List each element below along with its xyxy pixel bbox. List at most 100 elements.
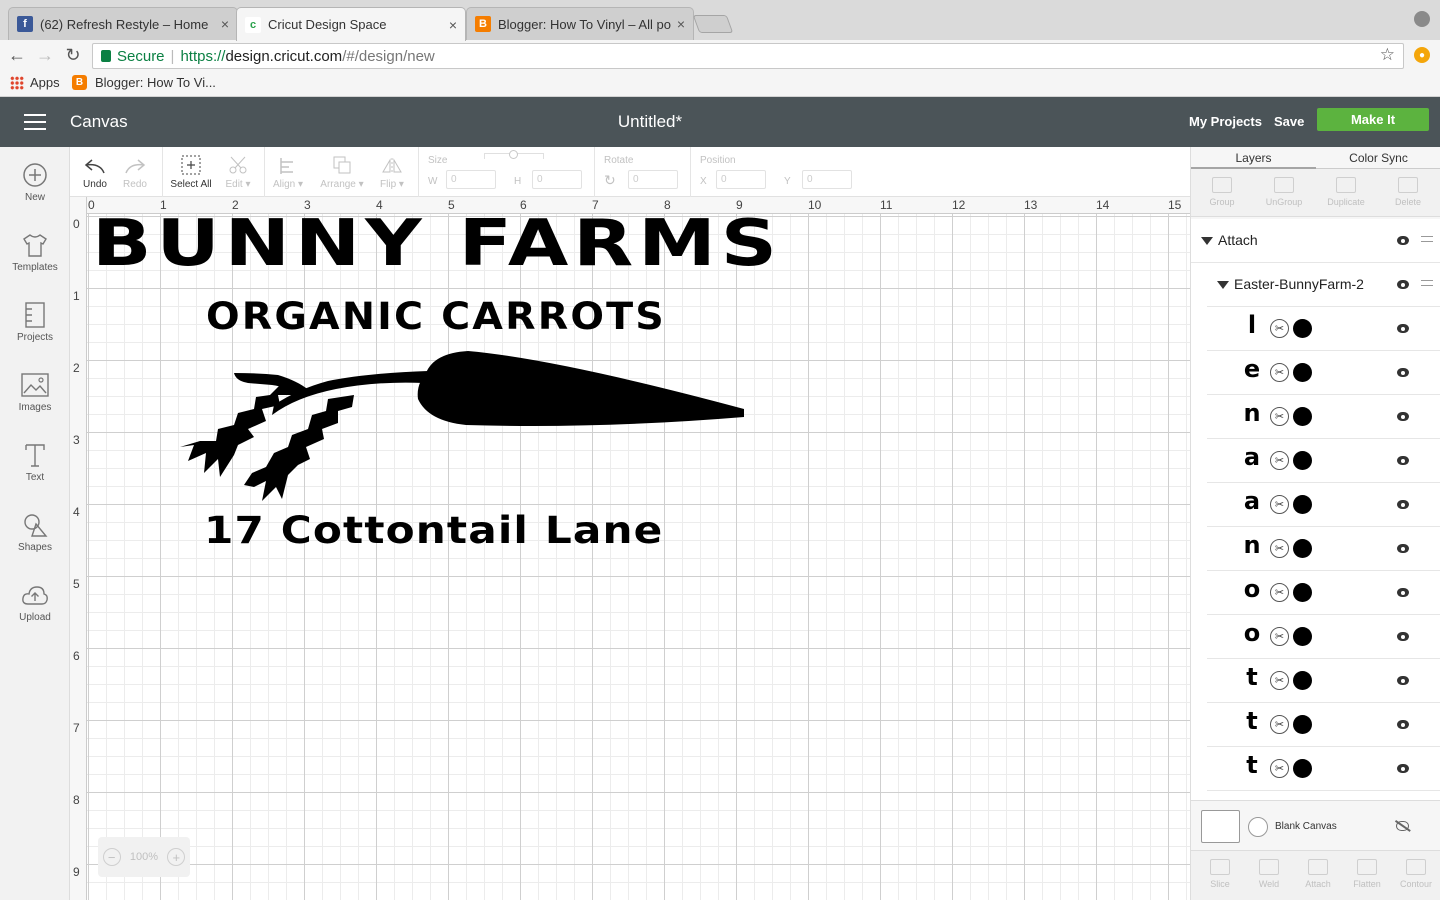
layer-group-easter-bunnyfarm[interactable]: Easter-BunnyFarm-2	[1207, 263, 1440, 307]
layer-color-swatch[interactable]	[1293, 407, 1312, 426]
address-bar[interactable]: Secure | https:// design.cricut.com /#/d…	[92, 43, 1404, 69]
cut-operation-icon[interactable]: ✂	[1270, 451, 1289, 470]
eye-off-icon[interactable]	[1396, 821, 1409, 831]
layer-item[interactable]: o ✂	[1207, 615, 1440, 659]
y-position-input[interactable]: 0	[802, 170, 852, 189]
eye-icon[interactable]	[1397, 500, 1409, 509]
layer-color-swatch[interactable]	[1293, 319, 1312, 338]
slice-button[interactable]: Slice	[1192, 857, 1248, 889]
ungroup-button[interactable]: UnGroup	[1256, 175, 1312, 207]
layer-item[interactable]: t✂	[1207, 703, 1440, 747]
eye-icon[interactable]	[1397, 720, 1409, 729]
profile-icon[interactable]	[1414, 11, 1430, 27]
layer-group-attach[interactable]: Attach	[1191, 219, 1440, 263]
layer-color-swatch[interactable]	[1293, 451, 1312, 470]
eye-icon[interactable]	[1397, 324, 1409, 333]
layer-color-swatch[interactable]	[1293, 627, 1312, 646]
sidebar-item-upload[interactable]: Upload	[0, 567, 70, 637]
sidebar-item-templates[interactable]: Templates	[0, 217, 70, 287]
select-all-button[interactable]: Select All	[168, 147, 214, 197]
layer-item[interactable]: a ✂	[1207, 483, 1440, 527]
my-projects-link[interactable]: My Projects	[1189, 114, 1262, 129]
layer-color-swatch[interactable]	[1293, 759, 1312, 778]
make-it-button[interactable]: Make It	[1317, 108, 1429, 131]
browser-tab-facebook[interactable]: f (62) Refresh Restyle – Home ×	[8, 7, 238, 40]
layer-item[interactable]: n ✂	[1207, 527, 1440, 571]
design-subheadline[interactable]: ORGANIC CARROTS	[206, 295, 666, 338]
width-input[interactable]: 0	[446, 170, 496, 189]
eye-icon[interactable]	[1397, 632, 1409, 641]
layer-color-swatch[interactable]	[1293, 363, 1312, 382]
eye-icon[interactable]	[1397, 456, 1409, 465]
design-address[interactable]: 17 Cottontail Lane	[204, 509, 663, 552]
group-button[interactable]: Group	[1194, 175, 1250, 207]
delete-button[interactable]: Delete	[1380, 175, 1436, 207]
eye-icon[interactable]	[1397, 412, 1409, 421]
eye-icon[interactable]	[1397, 588, 1409, 597]
drag-handle-icon[interactable]	[1421, 236, 1433, 242]
canvas-color-circle[interactable]	[1248, 817, 1268, 837]
edit-dropdown[interactable]: Edit ▾	[220, 147, 256, 197]
sidebar-item-text[interactable]: Text	[0, 427, 70, 497]
tab-color-sync[interactable]: Color Sync	[1316, 151, 1440, 165]
eye-icon[interactable]	[1397, 280, 1409, 289]
design-canvas[interactable]: 0 1 2 3 4 5 6 7 8 9 10 11 12 13 14 15 0123456789 BUNNY …	[70, 197, 1190, 900]
eye-icon[interactable]	[1397, 236, 1409, 245]
sidebar-item-new[interactable]: New	[0, 147, 70, 217]
browser-tab-cricut[interactable]: c Cricut Design Space ×	[236, 7, 466, 41]
bookmark-star-icon[interactable]: ☆	[1380, 45, 1395, 65]
undo-button[interactable]: Undo	[78, 147, 112, 197]
align-dropdown[interactable]: Align ▾	[270, 147, 306, 197]
flatten-button[interactable]: Flatten	[1339, 857, 1395, 889]
rotate-input[interactable]: 0	[628, 170, 678, 189]
back-arrow-icon[interactable]: ←	[6, 44, 28, 66]
blank-canvas-row[interactable]: Blank Canvas	[1191, 800, 1440, 850]
duplicate-button[interactable]: Duplicate	[1318, 175, 1374, 207]
cut-operation-icon[interactable]: ✂	[1270, 759, 1289, 778]
cut-operation-icon[interactable]: ✂	[1270, 671, 1289, 690]
flip-dropdown[interactable]: Flip ▾	[374, 147, 410, 197]
eye-icon[interactable]	[1397, 368, 1409, 377]
cut-operation-icon[interactable]: ✂	[1270, 539, 1289, 558]
contour-button[interactable]: Contour	[1388, 857, 1440, 889]
eye-icon[interactable]	[1397, 676, 1409, 685]
layer-item[interactable]: t✂	[1207, 747, 1440, 791]
x-position-input[interactable]: 0	[716, 170, 766, 189]
layer-item[interactable]: a ✂	[1207, 439, 1440, 483]
sidebar-item-shapes[interactable]: Shapes	[0, 497, 70, 567]
layer-color-swatch[interactable]	[1293, 495, 1312, 514]
layer-color-swatch[interactable]	[1293, 583, 1312, 602]
design-headline[interactable]: BUNNY FARMS	[92, 207, 782, 281]
cut-operation-icon[interactable]: ✂	[1270, 407, 1289, 426]
cut-operation-icon[interactable]: ✂	[1270, 363, 1289, 382]
sidebar-item-images[interactable]: Images	[0, 357, 70, 427]
cut-operation-icon[interactable]: ✂	[1270, 319, 1289, 338]
tab-layers[interactable]: Layers	[1191, 151, 1316, 165]
layer-item[interactable]: l ✂	[1207, 307, 1440, 351]
cut-operation-icon[interactable]: ✂	[1270, 583, 1289, 602]
cut-operation-icon[interactable]: ✂	[1270, 715, 1289, 734]
caret-down-icon[interactable]	[1201, 237, 1213, 245]
eye-icon[interactable]	[1397, 764, 1409, 773]
bookmark-apps[interactable]: Apps	[10, 75, 60, 90]
cut-operation-icon[interactable]: ✂	[1270, 495, 1289, 514]
close-icon[interactable]: ×	[449, 17, 457, 33]
forward-arrow-icon[interactable]: →	[34, 44, 56, 66]
weld-button[interactable]: Weld	[1241, 857, 1297, 889]
layer-item[interactable]: t✂	[1207, 791, 1440, 800]
layer-item[interactable]: e ✂	[1207, 351, 1440, 395]
layer-color-swatch[interactable]	[1293, 715, 1312, 734]
redo-button[interactable]: Redo	[118, 147, 152, 197]
drag-handle-icon[interactable]	[1421, 280, 1433, 286]
layer-color-swatch[interactable]	[1293, 539, 1312, 558]
layer-item[interactable]: o ✂	[1207, 571, 1440, 615]
cut-operation-icon[interactable]: ✂	[1270, 627, 1289, 646]
sidebar-item-projects[interactable]: Projects	[0, 287, 70, 357]
caret-down-icon[interactable]	[1217, 281, 1229, 289]
attach-button[interactable]: Attach	[1290, 857, 1346, 889]
canvas-swatch[interactable]	[1201, 810, 1240, 843]
new-tab-button[interactable]	[692, 15, 734, 33]
arrange-dropdown[interactable]: Arrange ▾	[316, 147, 368, 197]
close-icon[interactable]: ×	[677, 16, 685, 32]
layer-item[interactable]: n ✂	[1207, 395, 1440, 439]
